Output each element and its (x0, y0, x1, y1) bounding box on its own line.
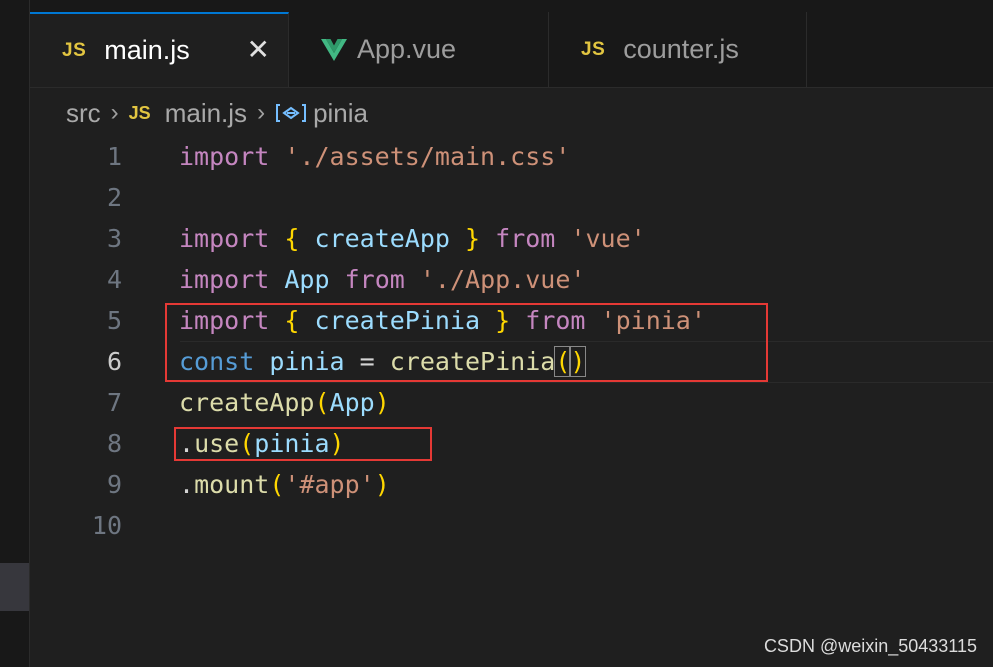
code-token: createApp (179, 388, 315, 417)
js-file-icon: JS (62, 39, 87, 61)
code-token: mount (194, 470, 270, 499)
code-token: from (344, 265, 405, 294)
watermark: CSDN @weixin_50433115 (763, 636, 977, 656)
code-line[interactable]: 3 import { createApp } from 'vue' (30, 218, 993, 259)
code-token: App (329, 388, 375, 417)
breadcrumb-symbol[interactable]: pinia (313, 98, 368, 129)
code-text: import { createApp } from 'vue' (179, 218, 646, 259)
code-token: import (179, 265, 270, 294)
code-token: ( (314, 388, 330, 417)
line-number: 9 (106, 470, 122, 499)
code-line[interactable]: 7 createApp(App) (30, 382, 993, 423)
code-token: ( (269, 470, 285, 499)
chevron-right-icon: › (110, 99, 119, 126)
line-number: 3 (106, 224, 122, 253)
activity-bar (0, 0, 30, 667)
code-text: createApp(App) (179, 382, 390, 423)
code-token: ) (374, 470, 390, 499)
code-line[interactable]: 1 import './assets/main.css' (30, 136, 993, 177)
tab-label: main.js (104, 35, 190, 65)
code-token: './assets/main.css' (284, 142, 571, 171)
js-file-icon: JS (128, 102, 151, 123)
code-line[interactable]: 4 import App from './App.vue' (30, 259, 993, 300)
code-token: import (179, 142, 270, 171)
code-token: { (284, 224, 300, 253)
annotation-box-use-pinia (174, 427, 432, 461)
code-token: } (465, 224, 481, 253)
code-text: import App from './App.vue' (179, 259, 585, 300)
code-line[interactable]: 9 .mount('#app') (30, 464, 993, 505)
line-number: 1 (106, 142, 122, 171)
code-token: . (179, 470, 195, 499)
code-token: ) (374, 388, 390, 417)
line-number: 7 (106, 388, 122, 417)
line-number: 2 (106, 183, 122, 212)
code-token: 'vue' (570, 224, 646, 253)
line-number: 10 (91, 511, 122, 540)
code-editor[interactable]: 1 import './assets/main.css' 2 3 import { cr… (30, 138, 993, 667)
code-token: App (284, 265, 330, 294)
code-token: './App.vue' (419, 265, 586, 294)
line-number: 5 (106, 306, 122, 335)
code-line[interactable]: 2 (30, 177, 993, 218)
tab-app-vue[interactable]: App.vue (289, 12, 549, 87)
vue-icon (321, 38, 347, 61)
js-file-icon: JS (581, 38, 606, 60)
tab-counter-js[interactable]: JS counter.js (549, 12, 807, 87)
editor-tab-bar: JS main.js ✕ App.vue JS counter.js (30, 0, 993, 88)
code-token: '#app' (284, 470, 375, 499)
line-number: 6 (106, 347, 122, 376)
close-icon[interactable]: ✕ (247, 36, 270, 64)
chevron-right-icon: › (257, 99, 266, 126)
breadcrumb: src › JS main.js › pinia (30, 88, 993, 138)
tab-main-js[interactable]: JS main.js ✕ (30, 12, 289, 87)
code-token: import (179, 224, 270, 253)
tab-label: App.vue (357, 34, 457, 64)
line-number: 8 (106, 429, 122, 458)
line-number: 4 (106, 265, 122, 294)
code-text: import './assets/main.css' (179, 136, 570, 177)
annotation-box-pinia-setup (165, 303, 768, 382)
code-token: createApp (314, 224, 450, 253)
variable-icon (275, 102, 307, 124)
breadcrumb-file[interactable]: main.js (165, 98, 247, 129)
code-token: from (495, 224, 556, 253)
tab-label: counter.js (623, 34, 739, 64)
activity-bar-selected-item[interactable] (0, 563, 29, 611)
code-text: .mount('#app') (179, 464, 390, 505)
breadcrumb-folder[interactable]: src (66, 98, 101, 129)
code-line[interactable]: 10 (30, 505, 993, 546)
